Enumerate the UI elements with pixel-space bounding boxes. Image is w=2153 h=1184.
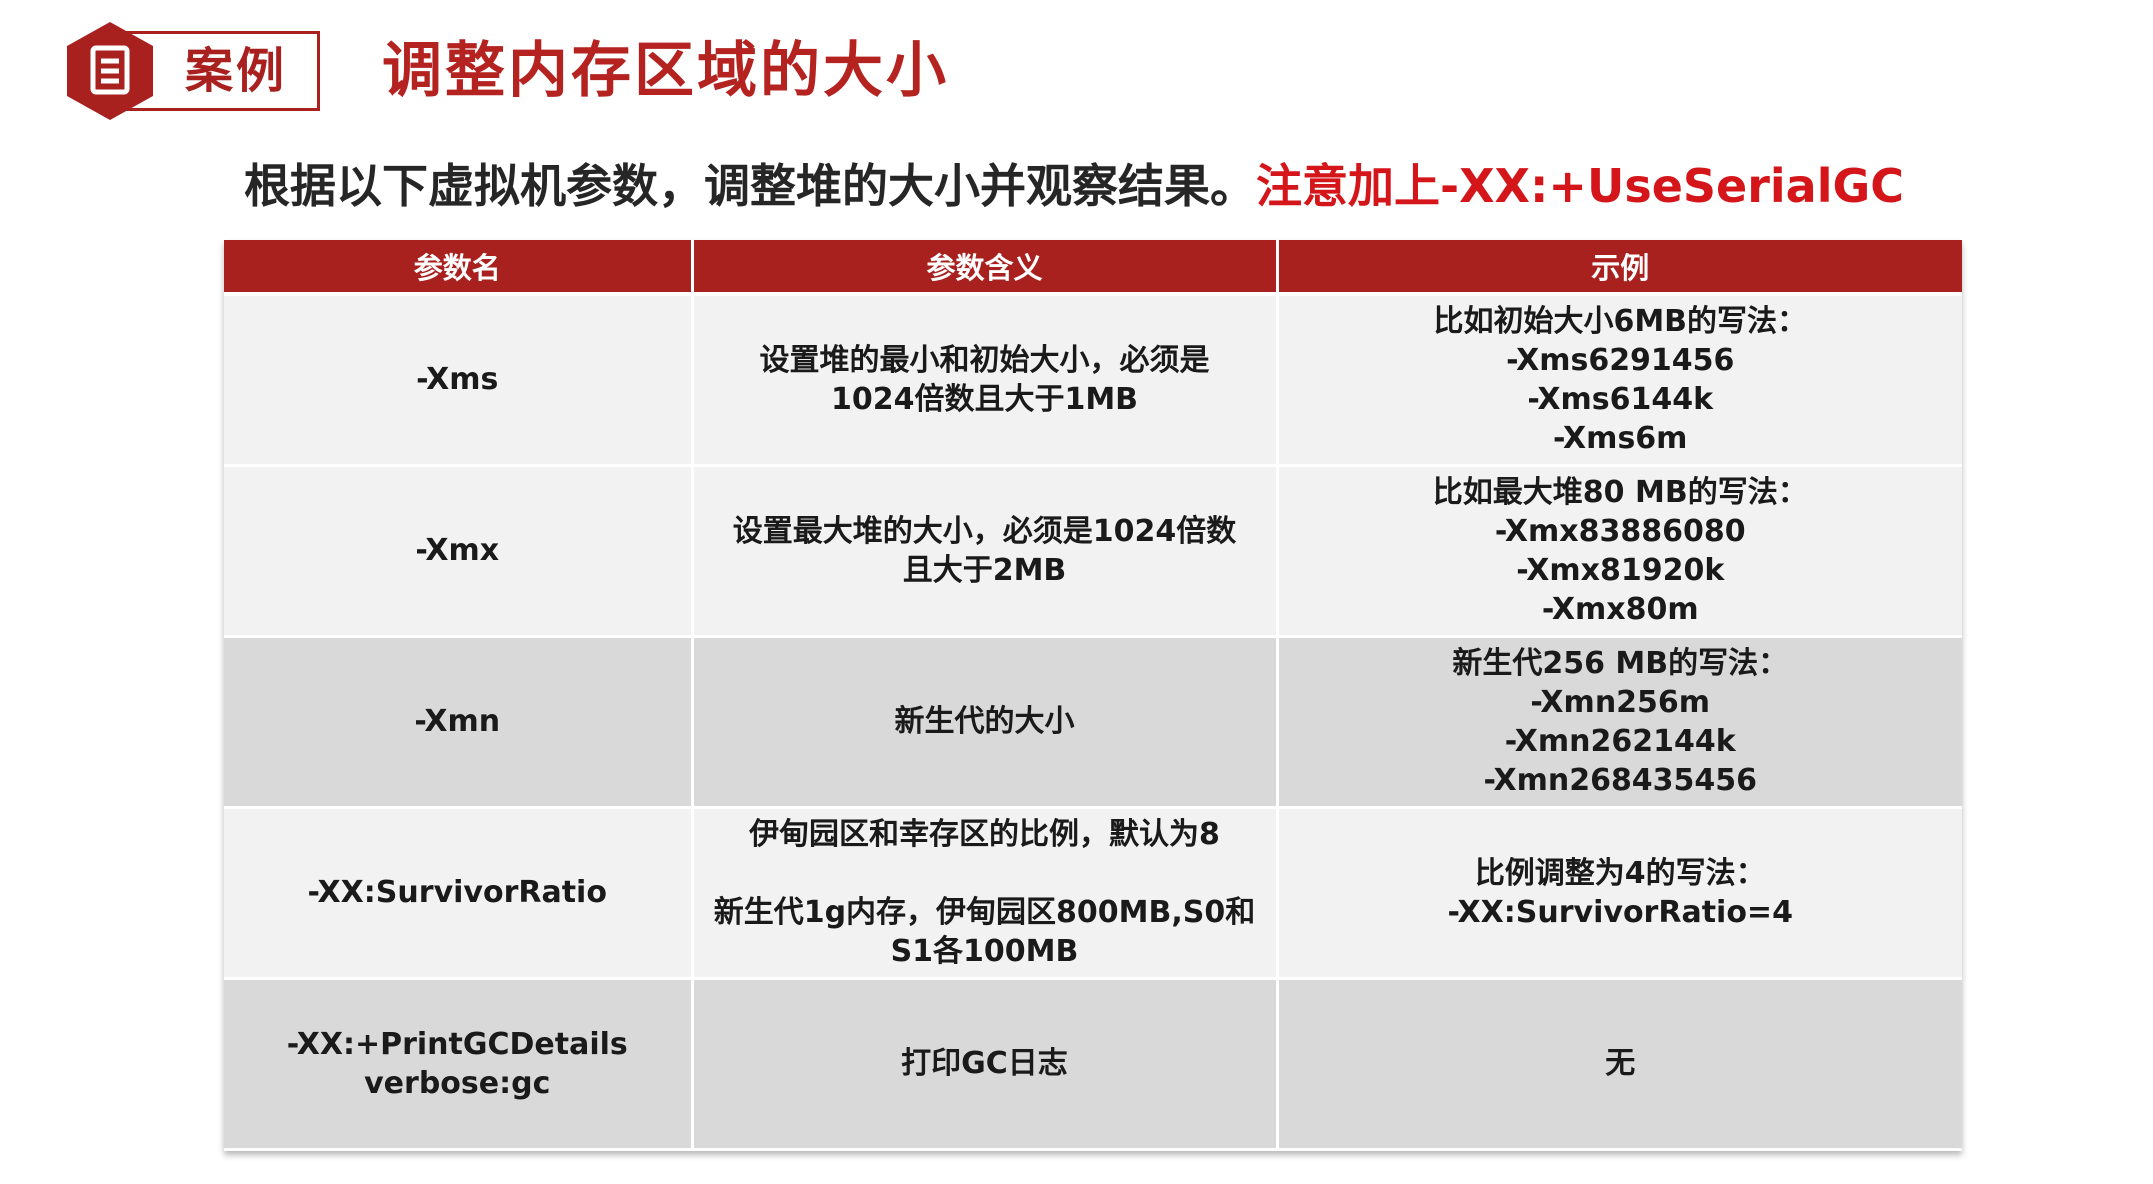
param-example-line: -Xmx81920k	[1516, 552, 1725, 588]
param-name: -Xms	[416, 362, 499, 398]
param-example-line: -Xmx83886080	[1494, 513, 1746, 549]
instruction-main: 根据以下虚拟机参数，调整堆的大小并观察结果。	[244, 159, 1256, 213]
param-example-cell: 新生代256 MB的写法： -Xmn256m -Xmn262144k -Xmn2…	[1275, 634, 1962, 809]
param-meaning-cell: 新生代的大小	[690, 634, 1279, 809]
param-name-cell: -XX:+PrintGCDetails verbose:gc	[224, 976, 694, 1151]
param-example-line: -Xmn268435456	[1483, 762, 1758, 798]
param-name: -Xmn	[414, 704, 501, 739]
param-example-line: 无	[1605, 1046, 1636, 1081]
param-meaning-spacer	[706, 854, 1264, 893]
page-title: 调整内存区域的大小	[382, 36, 949, 106]
param-example-line: -Xms6144k	[1527, 381, 1714, 417]
parameter-table: 参数名 参数含义 示例 -Xms 设置堆的最小和初始大小，必须是 1024倍数且…	[224, 240, 1962, 1151]
table-row: -XX:SurvivorRatio 伊甸园区和幸存区的比例，默认为8 新生代1g…	[224, 805, 1962, 980]
param-meaning-line: 新生代1g内存，伊甸园区800MB,S0和	[713, 894, 1256, 930]
param-meaning-cell: 设置堆的最小和初始大小，必须是 1024倍数且大于1MB	[690, 292, 1279, 467]
param-name: verbose:gc	[364, 1065, 551, 1101]
param-name-cell: -Xms	[224, 292, 694, 467]
document-icon	[67, 22, 153, 120]
param-example-line: 比如初始大小6MB的写法：	[1433, 303, 1808, 339]
param-meaning-cell: 伊甸园区和幸存区的比例，默认为8 新生代1g内存，伊甸园区800MB,S0和 S…	[690, 805, 1279, 980]
param-example-cell: 无	[1275, 976, 1962, 1151]
table-row: -Xms 设置堆的最小和初始大小，必须是 1024倍数且大于1MB 比如初始大小…	[224, 292, 1962, 467]
table-row: -XX:+PrintGCDetails verbose:gc 打印GC日志 无	[224, 976, 1962, 1151]
param-name-cell: -Xmx	[224, 463, 694, 638]
param-example-line: -Xmn262144k	[1504, 723, 1736, 759]
param-meaning-cell: 设置最大堆的大小，必须是1024倍数 且大于2MB	[690, 463, 1279, 638]
param-name: -XX:+PrintGCDetails	[286, 1026, 628, 1062]
param-example-line: -Xmx80m	[1541, 591, 1699, 627]
param-example-cell: 比如最大堆80 MB的写法： -Xmx83886080 -Xmx81920k -…	[1275, 463, 1962, 638]
param-meaning-line: S1各100MB	[890, 933, 1079, 969]
param-example-line: -XX:SurvivorRatio=4	[1447, 894, 1793, 930]
table-header-row: 参数名 参数含义 示例	[224, 240, 1962, 294]
column-header-name: 参数名	[224, 240, 694, 294]
param-example-line: 新生代256 MB的写法：	[1452, 645, 1789, 681]
param-example-line: -Xms6291456	[1506, 342, 1735, 378]
instruction-highlight: 注意加上-XX:+UseSerialGC	[1256, 159, 1904, 213]
param-example-cell: 比例调整为4的写法： -XX:SurvivorRatio=4	[1275, 805, 1962, 980]
param-meaning-line: 打印GC日志	[901, 1046, 1068, 1081]
param-meaning-line: 设置最大堆的大小，必须是1024倍数	[732, 513, 1237, 549]
param-example-cell: 比如初始大小6MB的写法： -Xms6291456 -Xms6144k -Xms…	[1275, 292, 1962, 467]
instruction-text: 根据以下虚拟机参数，调整堆的大小并观察结果。注意加上-XX:+UseSerial…	[244, 148, 2124, 224]
table-row: -Xmn 新生代的大小 新生代256 MB的写法： -Xmn256m -Xmn2…	[224, 634, 1962, 809]
param-name: -XX:SurvivorRatio	[307, 875, 607, 910]
param-example-line: 比如最大堆80 MB的写法：	[1432, 474, 1808, 510]
column-header-meaning: 参数含义	[690, 240, 1279, 294]
param-meaning-line: 1024倍数且大于1MB	[830, 381, 1139, 417]
param-name: -Xmx	[415, 533, 500, 568]
column-header-example: 示例	[1275, 240, 1962, 294]
param-example-line: 比例调整为4的写法：	[1474, 855, 1766, 891]
param-meaning-cell: 打印GC日志	[690, 976, 1279, 1151]
param-meaning-line: 且大于2MB	[902, 552, 1067, 588]
param-meaning-line: 伊甸园区和幸存区的比例，默认为8	[749, 816, 1220, 852]
param-meaning-line: 新生代的大小	[894, 704, 1075, 739]
param-example-line: -Xms6m	[1553, 420, 1688, 456]
param-example-line: -Xmn256m	[1530, 684, 1711, 720]
table-row: -Xmx 设置最大堆的大小，必须是1024倍数 且大于2MB 比如最大堆80 M…	[224, 463, 1962, 638]
param-meaning-line: 设置堆的最小和初始大小，必须是	[759, 342, 1210, 378]
header-badge-label: 案例	[185, 43, 288, 99]
param-name-cell: -Xmn	[224, 634, 694, 809]
param-name-cell: -XX:SurvivorRatio	[224, 805, 694, 980]
